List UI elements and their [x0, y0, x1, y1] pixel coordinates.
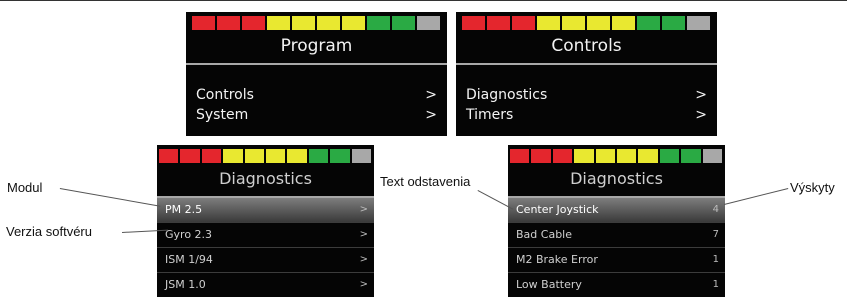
- module-name: PM 2.5: [165, 203, 203, 216]
- chevron-right-icon: >: [695, 87, 707, 103]
- faults-diagnostics-screen: Diagnostics Center Joystick 4 Bad Cable …: [508, 145, 725, 297]
- gauge-segment: [292, 16, 315, 30]
- fault-row[interactable]: Bad Cable 7: [508, 223, 725, 247]
- module-row[interactable]: ISM 1/94 >: [157, 248, 374, 272]
- gauge-segment: [537, 16, 560, 30]
- program-screen: Program Controls > System >: [186, 12, 447, 136]
- gauge-segment: [574, 149, 594, 163]
- menu-item-label: System: [196, 107, 249, 123]
- chevron-right-icon: >: [695, 107, 707, 123]
- battery-gauge: [192, 16, 440, 30]
- menu-item-timers[interactable]: Timers >: [466, 105, 707, 125]
- gauge-segment: [330, 149, 350, 163]
- module-name: JSM 1.0: [165, 278, 206, 291]
- screen-title: Program: [280, 36, 353, 56]
- gauge-segment: [612, 16, 635, 30]
- battery-gauge: [462, 16, 710, 30]
- chevron-right-icon: >: [359, 204, 368, 215]
- gauge-segment: [681, 149, 701, 163]
- menu-item-label: Diagnostics: [466, 87, 548, 103]
- leader-line-modul: [59, 188, 161, 207]
- gauge-segment: [531, 149, 551, 163]
- gauge-segment: [512, 16, 535, 30]
- gauge-segment: [392, 16, 415, 30]
- gauge-segment: [487, 16, 510, 30]
- gauge-segment: [367, 16, 390, 30]
- menu-item-label: Controls: [196, 87, 254, 103]
- fault-row-selected[interactable]: Center Joystick 4: [508, 198, 725, 222]
- gauge-segment: [180, 149, 200, 163]
- gauge-segment: [192, 16, 215, 30]
- fault-row[interactable]: Low Battery 1: [508, 273, 725, 297]
- leader-line-vyskyty: [724, 188, 789, 205]
- occurrence-count: 4: [712, 204, 719, 215]
- fault-text: M2 Brake Error: [516, 253, 598, 266]
- screen-title: Diagnostics: [219, 169, 312, 188]
- callout-verzia-softveru: Verzia softvéru: [6, 224, 92, 239]
- fault-row[interactable]: M2 Brake Error 1: [508, 248, 725, 272]
- battery-gauge: [510, 149, 722, 163]
- gauge-segment: [242, 16, 265, 30]
- battery-gauge: [159, 149, 371, 163]
- title-divider: [186, 63, 447, 65]
- controls-screen: Controls Diagnostics > Timers >: [456, 12, 717, 136]
- module-row-selected[interactable]: PM 2.5 >: [157, 198, 374, 222]
- gauge-segment: [201, 149, 222, 163]
- occurrence-count: 1: [712, 279, 719, 290]
- gauge-segment: [662, 16, 685, 30]
- gauge-segment: [223, 149, 243, 163]
- gauge-segment: [287, 149, 307, 163]
- chevron-right-icon: >: [359, 279, 368, 290]
- callout-modul: Modul: [7, 180, 43, 195]
- gauge-segment: [687, 16, 710, 30]
- gauge-segment: [317, 16, 340, 30]
- gauge-segment: [462, 16, 485, 30]
- gauge-segment: [308, 149, 329, 163]
- gauge-segment: [267, 16, 290, 30]
- gauge-segment: [217, 16, 240, 30]
- gauge-segment: [351, 149, 371, 163]
- menu-item-controls[interactable]: Controls >: [196, 85, 437, 105]
- menu-item-diagnostics[interactable]: Diagnostics >: [466, 85, 707, 105]
- gauge-segment: [616, 149, 637, 163]
- module-row[interactable]: Gyro 2.3 >: [157, 223, 374, 247]
- module-name: Gyro 2.3: [165, 228, 213, 241]
- gauge-segment: [244, 149, 264, 163]
- callout-vyskyty: Výskyty: [790, 180, 835, 195]
- gauge-segment: [265, 149, 286, 163]
- chevron-right-icon: >: [359, 229, 368, 240]
- gauge-segment: [510, 149, 530, 163]
- gauge-segment: [595, 149, 615, 163]
- module-name: ISM 1/94: [165, 253, 213, 266]
- gauge-segment: [552, 149, 573, 163]
- chevron-right-icon: >: [359, 254, 368, 265]
- gauge-segment: [659, 149, 680, 163]
- top-rule: [0, 0, 847, 1]
- screen-title: Controls: [551, 36, 622, 56]
- fault-text: Low Battery: [516, 278, 582, 291]
- gauge-segment: [159, 149, 179, 163]
- gauge-segment: [562, 16, 585, 30]
- fault-text: Center Joystick: [516, 203, 599, 216]
- callout-text-odstavenia: Text odstavenia: [380, 174, 471, 189]
- fault-text: Bad Cable: [516, 228, 572, 241]
- gauge-segment: [587, 16, 610, 30]
- occurrence-count: 1: [712, 254, 719, 265]
- occurrence-count: 7: [712, 229, 719, 240]
- title-divider: [456, 63, 717, 65]
- gauge-segment: [638, 149, 658, 163]
- menu-item-label: Timers: [466, 107, 514, 123]
- gauge-segment: [417, 16, 440, 30]
- gauge-segment: [342, 16, 365, 30]
- modules-diagnostics-screen: Diagnostics PM 2.5 > Gyro 2.3 > ISM 1/94…: [157, 145, 374, 297]
- gauge-segment: [702, 149, 722, 163]
- chevron-right-icon: >: [425, 107, 437, 123]
- module-row[interactable]: JSM 1.0 >: [157, 273, 374, 297]
- chevron-right-icon: >: [425, 87, 437, 103]
- screen-title: Diagnostics: [570, 169, 663, 188]
- gauge-segment: [637, 16, 660, 30]
- menu-item-system[interactable]: System >: [196, 105, 437, 125]
